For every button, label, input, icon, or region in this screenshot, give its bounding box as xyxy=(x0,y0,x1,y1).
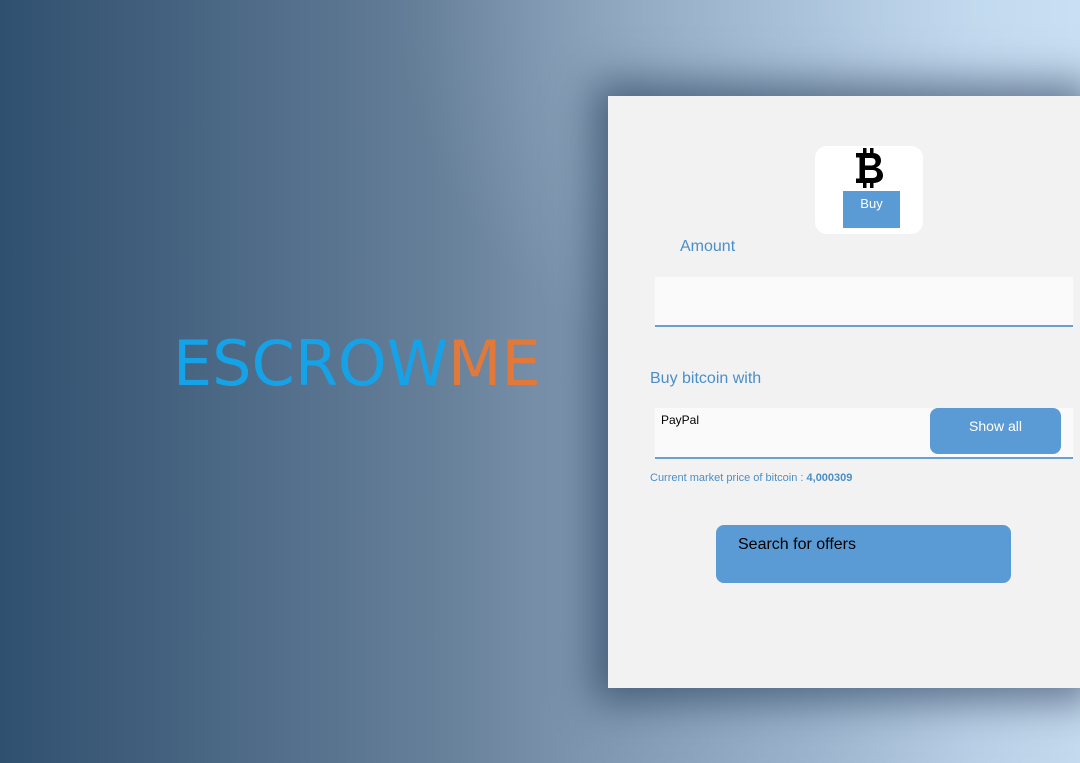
amount-label: Amount xyxy=(680,238,736,255)
coin-card: Buy xyxy=(815,146,923,234)
brand-logo-escrow: ESCROW xyxy=(173,327,449,400)
market-price-label: Current market price of bitcoin : xyxy=(650,472,807,484)
amount-input[interactable] xyxy=(655,277,1073,327)
show-all-button[interactable]: Show all xyxy=(930,408,1061,454)
search-offers-button[interactable]: Search for offers xyxy=(716,525,1011,583)
brand-logo: ESCROWME xyxy=(173,328,541,400)
buy-tab[interactable]: Buy xyxy=(843,191,900,228)
trade-panel: Buy Amount Buy bitcoin with PayPal Show … xyxy=(608,96,1080,688)
market-price-line: Current market price of bitcoin : 4,0003… xyxy=(650,472,852,484)
payment-method-label: Buy bitcoin with xyxy=(650,370,762,387)
bitcoin-icon xyxy=(856,148,883,188)
market-price-value: 4,000309 xyxy=(806,472,853,484)
payment-method-value: PayPal xyxy=(661,413,700,427)
search-offers-label: Search for offers xyxy=(738,536,856,553)
brand-logo-me: ME xyxy=(448,327,541,400)
